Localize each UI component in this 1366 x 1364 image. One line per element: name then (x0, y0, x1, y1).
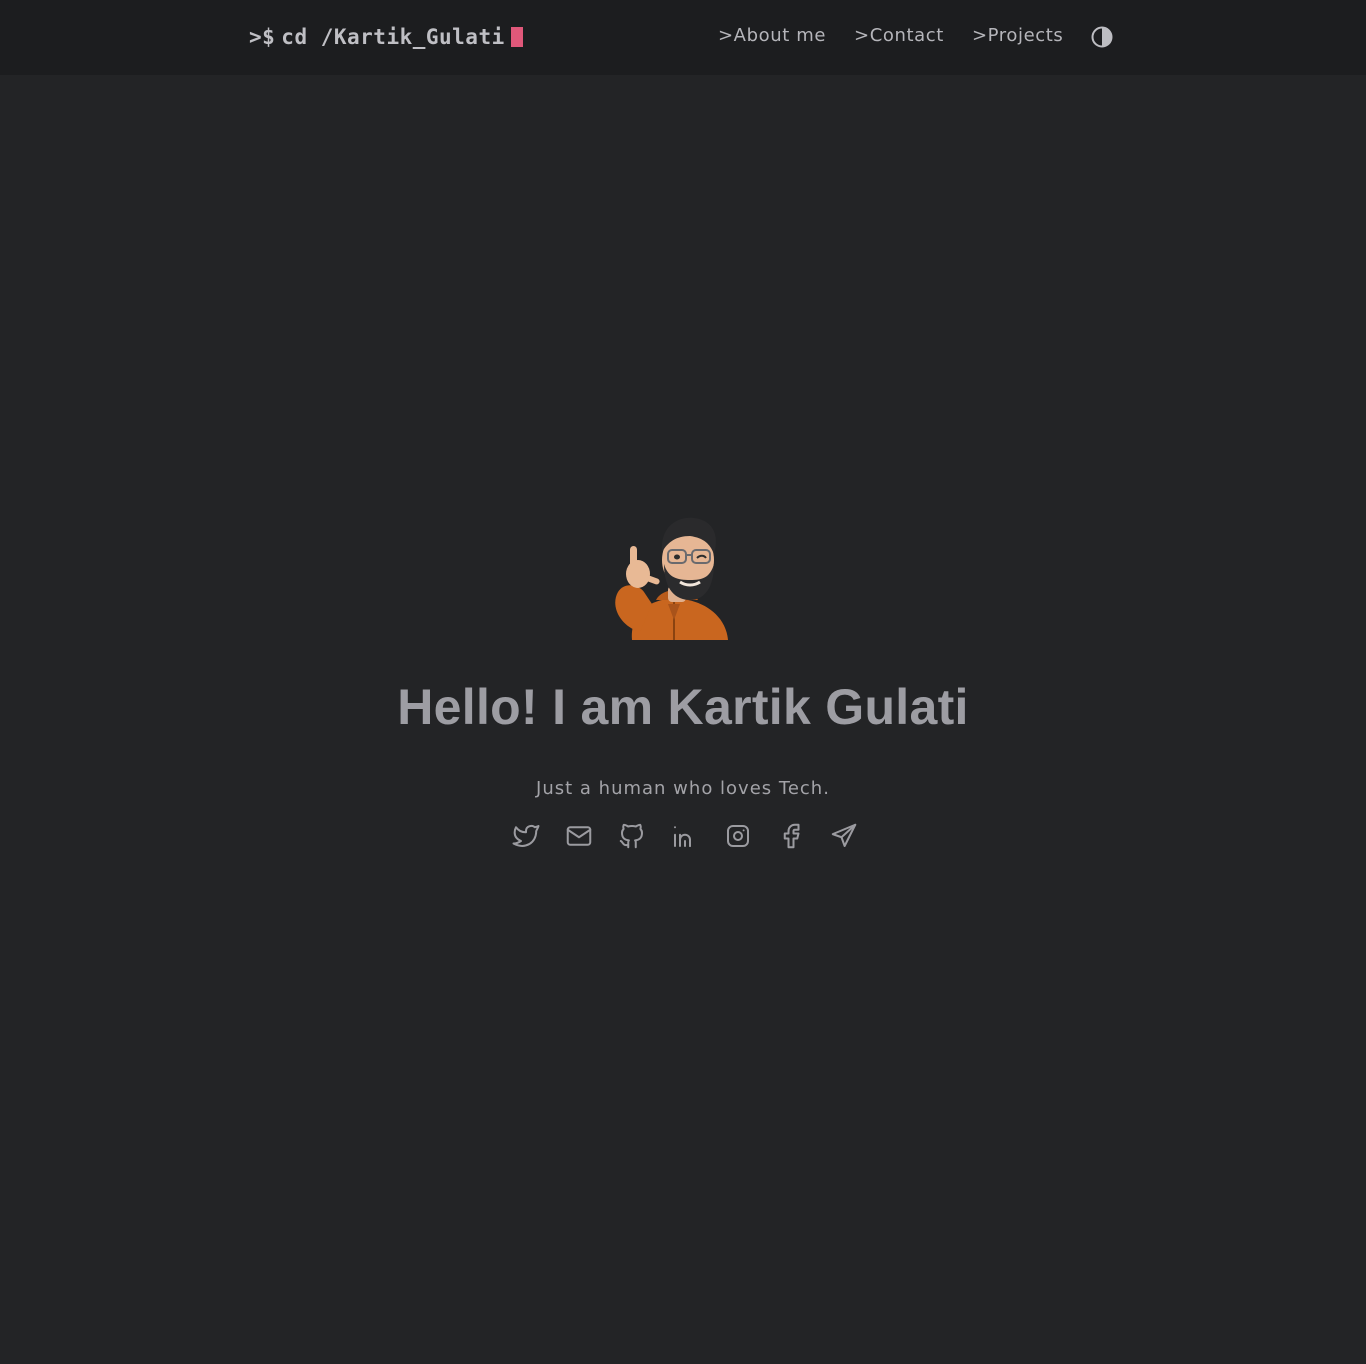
hero-headline: Hello! I am Kartik Gulati (397, 679, 969, 735)
twitter-icon (512, 824, 539, 847)
telegram-link[interactable] (828, 820, 859, 851)
avatar (610, 508, 740, 640)
contrast-icon (1091, 26, 1113, 48)
mail-link[interactable] (563, 820, 594, 851)
site-brand[interactable]: >$ cd /Kartik_Gulati (249, 22, 523, 52)
github-icon (619, 823, 643, 848)
github-link[interactable] (616, 820, 647, 851)
main-nav: >About me >Contact >Projects (718, 24, 1091, 48)
linkedin-link[interactable] (669, 820, 700, 851)
facebook-link[interactable] (775, 820, 806, 851)
terminal-command: cd /Kartik_Gulati (281, 25, 505, 49)
nav-contact[interactable]: >Contact (854, 24, 944, 48)
instagram-icon (726, 824, 749, 847)
social-links (510, 820, 859, 851)
twitter-link[interactable] (510, 820, 541, 851)
terminal-prompt: >$ (249, 25, 276, 49)
instagram-link[interactable] (722, 820, 753, 851)
nav-projects[interactable]: >Projects (972, 24, 1063, 48)
terminal-cursor (510, 27, 523, 47)
top-navbar: >$ cd /Kartik_Gulati >About me >Contact … (0, 0, 1366, 75)
linkedin-icon (673, 825, 691, 847)
theme-toggle-button[interactable] (1090, 25, 1114, 49)
memoji-avatar-icon (615, 517, 728, 640)
mail-icon (566, 825, 591, 846)
nav-about-me[interactable]: >About me (718, 24, 826, 48)
hero-tagline: Just a human who loves Tech. (536, 778, 830, 799)
telegram-icon (831, 823, 856, 847)
facebook-icon (783, 823, 799, 848)
